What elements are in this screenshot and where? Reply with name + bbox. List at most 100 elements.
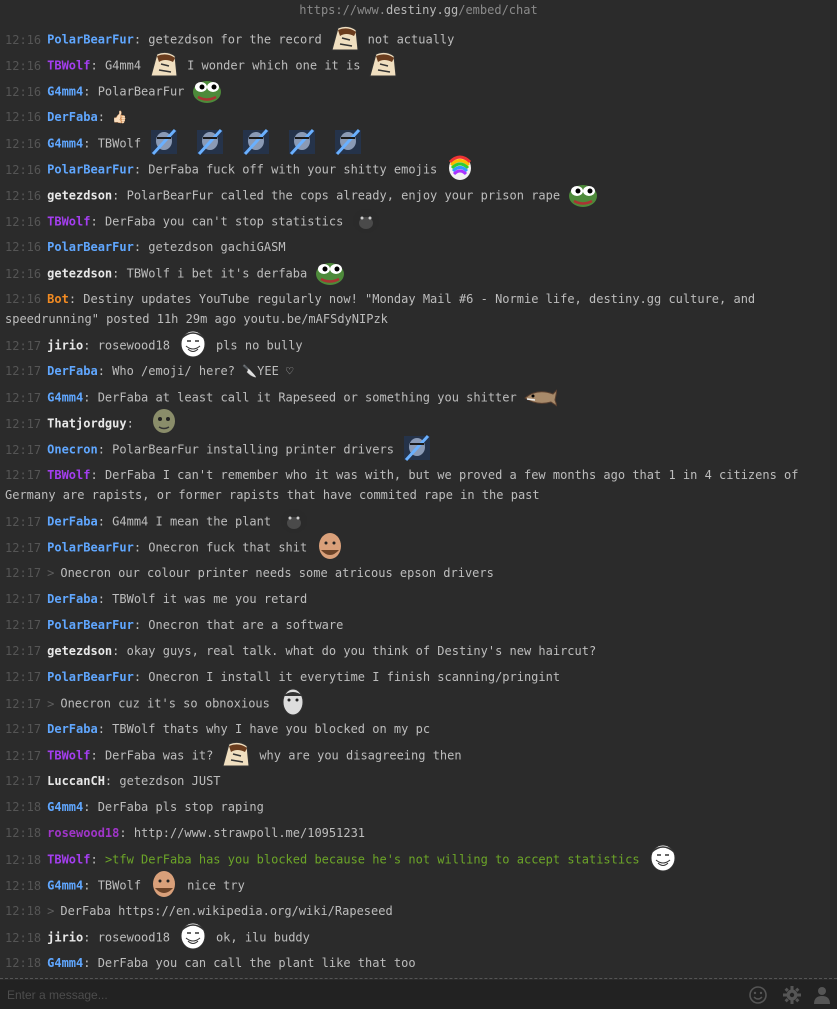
message-text: getezdson JUST <box>119 774 221 788</box>
chat-message-list[interactable]: 12:16 PolarBearFur: getezdson for the rec… <box>5 26 830 974</box>
username[interactable]: getezdson <box>47 267 112 281</box>
chat-line: 12:16 TBWolf: G4mm4 I wonder which one it … <box>5 50 830 78</box>
destiny-emote <box>400 434 434 462</box>
timestamp: 12:16 <box>5 84 42 99</box>
face-emote <box>176 922 210 950</box>
bald-emote <box>147 870 181 898</box>
message-text: TBWolf i bet it's derfaba <box>126 266 308 281</box>
username[interactable]: LuccanCH <box>47 774 105 788</box>
separator: : <box>133 240 149 254</box>
username[interactable]: DerFaba <box>47 110 98 124</box>
username[interactable]: G4mm4 <box>47 800 83 814</box>
separator: : <box>112 266 127 281</box>
timestamp: 12:16 <box>5 32 42 47</box>
timestamp: 12:17 <box>5 748 42 763</box>
message-text: pls no bully <box>215 338 303 353</box>
username[interactable]: PolarBearFur <box>47 163 134 177</box>
separator: : <box>133 618 149 632</box>
username[interactable]: Bot <box>47 292 69 306</box>
username[interactable]: jirio <box>47 931 83 945</box>
username[interactable]: jirio <box>47 339 83 353</box>
message-text: ok, ilu buddy <box>215 930 310 945</box>
separator: : <box>83 136 98 151</box>
chat-line: 12:17 DerFaba: TBWolf thats why I have yo… <box>5 716 830 742</box>
separator: : <box>112 644 127 658</box>
separator: : <box>68 292 84 306</box>
url-host: destiny.gg <box>385 3 459 17</box>
username[interactable]: G4mm4 <box>47 879 83 893</box>
goblin-emote <box>147 408 181 436</box>
bald-emote <box>313 532 347 560</box>
chat-line: 12:17 > Onecron our colour printer needs s… <box>5 560 830 586</box>
username[interactable]: TBWolf <box>47 468 90 482</box>
message-text: DerFaba you can't stop statistics <box>104 214 344 229</box>
chat-line: 12:17 DerFaba: G4mm4 I mean the plant <box>5 508 830 534</box>
username[interactable]: TBWolf <box>47 853 90 867</box>
chat-line: 12:17 PolarBearFur: Onecron fuck that shi… <box>5 532 830 560</box>
timestamp: 12:17 <box>5 670 42 684</box>
username[interactable]: G4mm4 <box>47 85 83 99</box>
chat-line: 12:18 G4mm4: DerFaba pls stop raping <box>5 794 830 820</box>
chat-input-area <box>0 980 837 1009</box>
username[interactable]: getezdson <box>47 189 112 203</box>
username[interactable]: DerFaba <box>47 515 98 529</box>
timestamp: 12:17 <box>5 338 42 353</box>
smiley-icon[interactable] <box>748 985 768 1005</box>
timestamp: 12:17 <box>5 618 42 632</box>
timestamp: 12:16 <box>5 292 42 306</box>
timestamp: 12:17 <box>5 468 42 482</box>
username[interactable]: PolarBearFur <box>47 670 134 684</box>
message-text: Onecron cuz it's so obnoxious <box>60 696 270 711</box>
separator: : <box>90 58 105 73</box>
timestamp: 12:17 <box>5 566 42 580</box>
username[interactable]: getezdson <box>47 644 112 658</box>
username[interactable]: DerFaba <box>47 722 98 736</box>
username[interactable]: DerFaba <box>47 592 98 606</box>
username[interactable]: Onecron <box>47 443 98 457</box>
message-text: Who /emoji/ here? 🔪YEE ♡ <box>112 364 294 378</box>
user-icon[interactable] <box>812 985 832 1005</box>
separator: : <box>83 390 98 405</box>
username[interactable]: PolarBearFur <box>47 240 134 254</box>
username[interactable]: rosewood18 <box>47 826 119 840</box>
message-text: getezdson for the record <box>148 32 322 47</box>
message-text: okay guys, real talk. what do you think … <box>126 644 597 658</box>
timestamp: 12:17 <box>5 774 42 788</box>
chat-line: 12:17 TBWolf: DerFaba I can't remember wh… <box>5 462 830 508</box>
username[interactable]: G4mm4 <box>47 137 83 151</box>
username[interactable]: TBWolf <box>47 749 90 763</box>
username[interactable]: PolarBearFur <box>47 541 134 555</box>
separator: : <box>104 774 120 788</box>
timestamp: 12:17 <box>5 442 42 457</box>
destiny-emote <box>239 128 273 156</box>
username[interactable]: DerFaba <box>47 364 98 378</box>
chat-line: 12:17 G4mm4: DerFaba at least call it Rap… <box>5 384 830 410</box>
gear-icon[interactable] <box>782 985 802 1005</box>
separator: : <box>97 514 113 529</box>
username[interactable]: TBWolf <box>47 59 90 73</box>
timestamp: 12:17 <box>5 390 42 405</box>
timestamp: 12:18 <box>5 800 42 814</box>
username[interactable]: G4mm4 <box>47 391 83 405</box>
chat-line: 12:16 PolarBearFur: getezdson gachiGASM <box>5 234 830 260</box>
separator: : <box>83 878 98 893</box>
separator: : <box>119 826 134 840</box>
username[interactable]: G4mm4 <box>47 956 83 970</box>
username[interactable]: Thatjordguy <box>47 417 126 431</box>
message-text: TBWolf it was me you retard <box>112 592 308 606</box>
face-emote <box>176 330 210 358</box>
message-text: TBWolf <box>97 878 142 893</box>
username[interactable]: TBWolf <box>47 215 90 229</box>
separator: : <box>97 722 113 736</box>
message-text: I wonder which one it is <box>187 58 361 73</box>
separator: : <box>133 32 149 47</box>
chat-line: 12:17 Thatjordguy: <box>5 408 830 436</box>
meme-emote <box>147 50 181 78</box>
destiny-emote <box>331 128 365 156</box>
separator: : <box>83 800 98 814</box>
username[interactable]: PolarBearFur <box>47 618 134 632</box>
username[interactable]: PolarBearFur <box>47 33 134 47</box>
message-input[interactable] <box>5 984 709 1006</box>
destiny-emote <box>193 128 227 156</box>
message-text: TBWolf thats why I have you blocked on m… <box>112 722 431 736</box>
